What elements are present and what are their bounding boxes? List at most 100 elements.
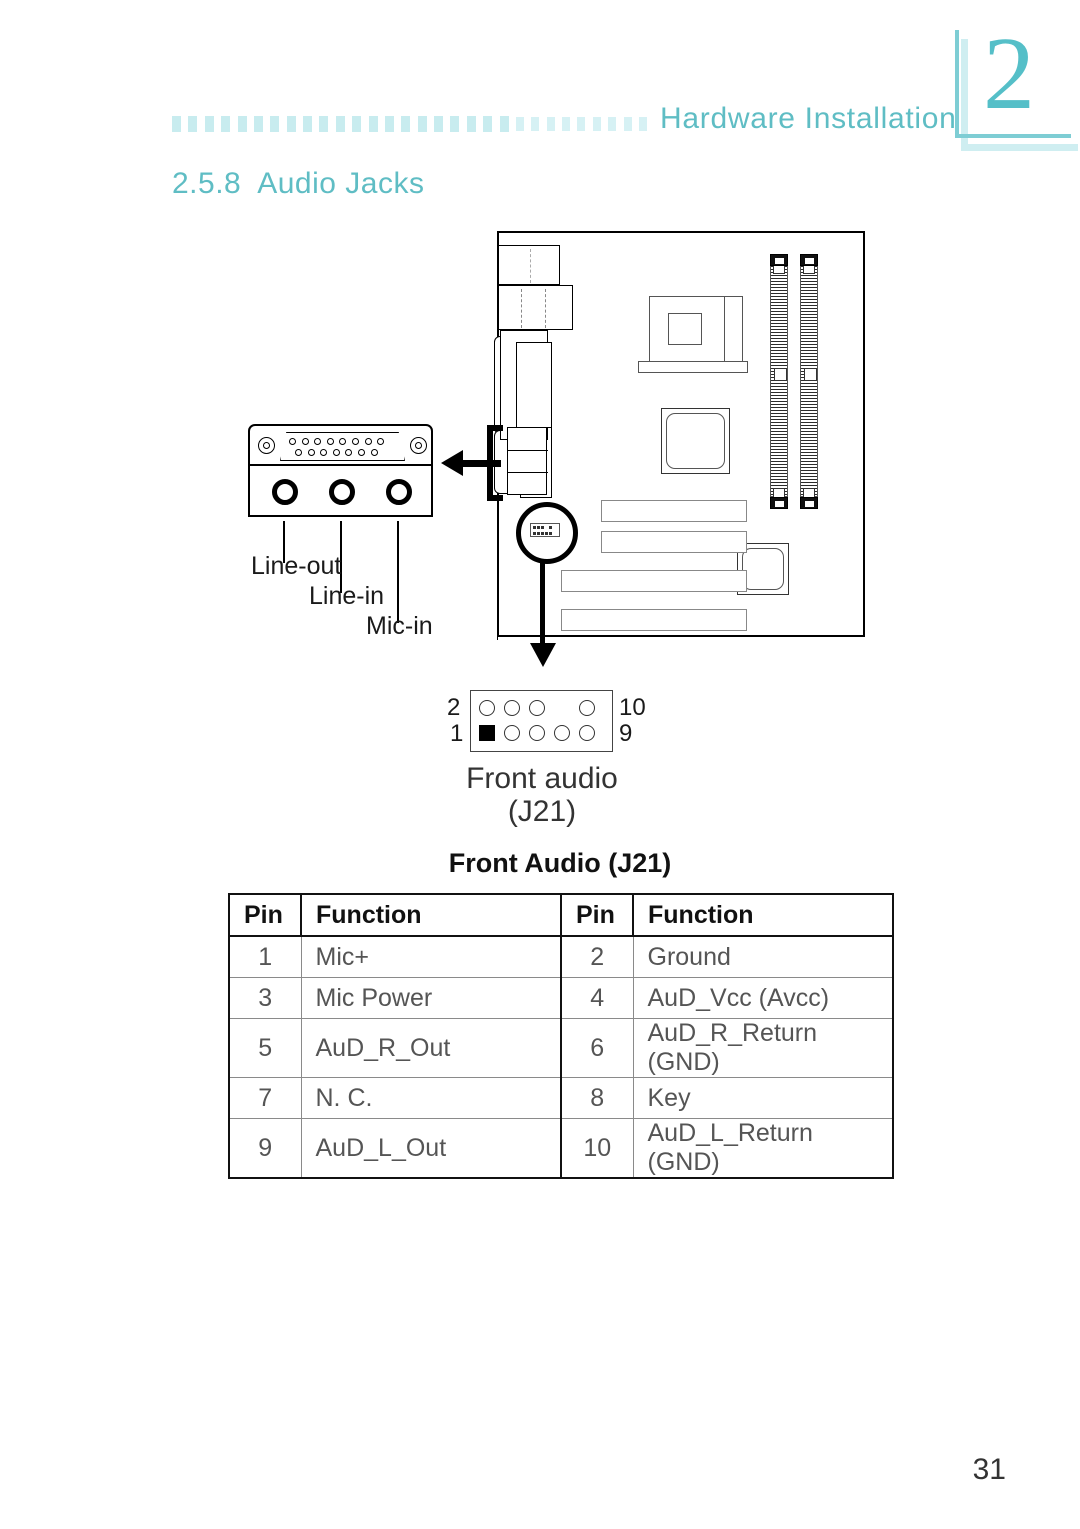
pci-slot-1 bbox=[601, 531, 747, 553]
connector-divider bbox=[545, 289, 546, 328]
rear-connector-ps2-top bbox=[498, 245, 560, 285]
audio-jack-row bbox=[248, 466, 433, 517]
cell-function-left: Mic+ bbox=[300, 935, 562, 978]
column-header-pin-right: Pin bbox=[560, 893, 634, 937]
parallel-port-body bbox=[516, 342, 552, 428]
dimm-notch bbox=[804, 368, 817, 381]
callout-arrow-down-icon bbox=[530, 643, 556, 667]
dimm-clip bbox=[800, 254, 818, 266]
header-pin-5 bbox=[529, 725, 545, 741]
header-pin-3 bbox=[504, 725, 520, 741]
audio-jacks-figure: Line-out Line-in Mic-in 2 1 10 9 Front a… bbox=[0, 0, 1080, 850]
db15-pin bbox=[332, 449, 340, 456]
cell-function-left: N. C. bbox=[300, 1077, 562, 1119]
magnified-pin bbox=[537, 532, 540, 535]
db15-pin bbox=[320, 449, 328, 456]
dimm-clip-slot bbox=[805, 501, 814, 507]
table-row: 9 AuD_L_Out 10 AuD_L_Return (GND) bbox=[228, 1118, 894, 1179]
callout-stem bbox=[540, 552, 545, 650]
cell-pin-right: 6 bbox=[560, 1018, 634, 1078]
magnified-pin-row-top bbox=[533, 526, 552, 529]
dimm-clip-slot bbox=[775, 258, 784, 264]
caption-line-2: (J21) bbox=[507, 795, 577, 828]
cell-function-left: Mic Power bbox=[300, 977, 562, 1019]
pin-number-9: 9 bbox=[619, 720, 633, 747]
cell-function-right: AuD_Vcc (Avcc) bbox=[632, 977, 894, 1019]
connector-divider bbox=[530, 249, 531, 283]
line-in-jack bbox=[329, 479, 355, 505]
cell-pin-left: 7 bbox=[228, 1077, 302, 1119]
db15-pin bbox=[357, 449, 365, 456]
db15-game-port-connector bbox=[280, 432, 405, 461]
db15-pin bbox=[370, 449, 378, 456]
db15-pin bbox=[377, 438, 385, 445]
pci-slot-3 bbox=[561, 609, 747, 631]
arrow-shaft bbox=[457, 460, 501, 467]
cell-pin-right: 8 bbox=[560, 1077, 634, 1119]
db15-pin bbox=[351, 438, 359, 445]
cell-function-left: AuD_L_Out bbox=[300, 1118, 562, 1179]
db15-pin bbox=[364, 438, 372, 445]
label-line-in: Line-in bbox=[309, 582, 385, 610]
screw-post-right-icon bbox=[410, 437, 427, 454]
onboard-audio-jack-stack bbox=[507, 427, 548, 495]
cell-pin-left: 9 bbox=[228, 1118, 302, 1179]
dimm-clip-slot bbox=[775, 501, 784, 507]
cell-pin-left: 3 bbox=[228, 977, 302, 1019]
front-audio-pin-header bbox=[470, 690, 613, 752]
magnified-pin bbox=[545, 532, 548, 535]
pci-slot-2 bbox=[561, 570, 747, 592]
callout-arrow-left-icon bbox=[441, 450, 501, 476]
header-pin-9 bbox=[579, 725, 595, 741]
db15-pin bbox=[307, 449, 315, 456]
cpu-socket-base bbox=[638, 361, 748, 373]
label-mic-in: Mic-in bbox=[366, 612, 433, 640]
header-pin-2 bbox=[479, 700, 495, 716]
dimm-clip bbox=[770, 497, 788, 509]
cell-pin-left: 1 bbox=[228, 935, 302, 978]
cpu-fan bbox=[668, 313, 702, 345]
table-body: 1 Mic+ 2 Ground 3 Mic Power 4 AuD_Vcc (Avcc) 5 Au… bbox=[228, 935, 894, 1179]
dimm-slot-2 bbox=[800, 259, 818, 497]
cell-pin-right: 4 bbox=[560, 977, 634, 1019]
page-number: 31 bbox=[972, 1453, 1006, 1486]
magnified-pin-row-bottom bbox=[533, 532, 552, 535]
column-header-function-right: Function bbox=[632, 893, 894, 937]
cell-pin-right: 2 bbox=[560, 935, 634, 978]
dimm-clip-slot bbox=[805, 258, 814, 264]
game-port-panel bbox=[248, 424, 433, 466]
cell-function-right: Key bbox=[632, 1077, 894, 1119]
magnified-pin-header bbox=[530, 523, 560, 537]
cell-function-right: Ground bbox=[632, 935, 894, 978]
caption-line-1: Front audio bbox=[466, 762, 618, 795]
jack-divider bbox=[508, 450, 548, 451]
magnified-pin-gap bbox=[545, 526, 548, 529]
db15-pin bbox=[339, 438, 347, 445]
table-row: 1 Mic+ 2 Ground bbox=[228, 935, 894, 978]
db15-pin bbox=[345, 449, 353, 456]
connector-divider bbox=[521, 289, 522, 328]
magnified-pin bbox=[541, 532, 544, 535]
magnifier-circle-icon bbox=[516, 502, 578, 564]
header-pin-6 bbox=[529, 700, 545, 716]
leader-line-mic-in bbox=[397, 521, 399, 623]
db15-pin-row-bottom bbox=[295, 449, 378, 456]
cpu-heatsink-side bbox=[725, 296, 743, 362]
pin-number-10: 10 bbox=[619, 694, 646, 721]
table-header: Pin Function Pin Function bbox=[228, 893, 894, 937]
front-audio-pin-table: Pin Function Pin Function 1 Mic+ 2 Ground 3 M… bbox=[228, 893, 894, 1179]
cell-function-right: AuD_R_Return (GND) bbox=[632, 1018, 894, 1078]
jack-divider bbox=[508, 472, 548, 473]
db15-pin-row-top bbox=[289, 438, 385, 445]
dimm-clip bbox=[800, 497, 818, 509]
cell-pin-right: 10 bbox=[560, 1118, 634, 1179]
table-title: Front Audio (J21) bbox=[448, 848, 672, 878]
pin-number-1: 1 bbox=[450, 720, 464, 747]
table-header-row: Pin Function Pin Function bbox=[228, 893, 894, 937]
chipset-south-bridge-die bbox=[742, 548, 784, 590]
db15-pin bbox=[295, 449, 302, 456]
table-row: 3 Mic Power 4 AuD_Vcc (Avcc) bbox=[228, 977, 894, 1019]
magnified-pin bbox=[533, 526, 536, 529]
magnified-pin bbox=[537, 526, 540, 529]
arrow-head bbox=[441, 450, 463, 476]
